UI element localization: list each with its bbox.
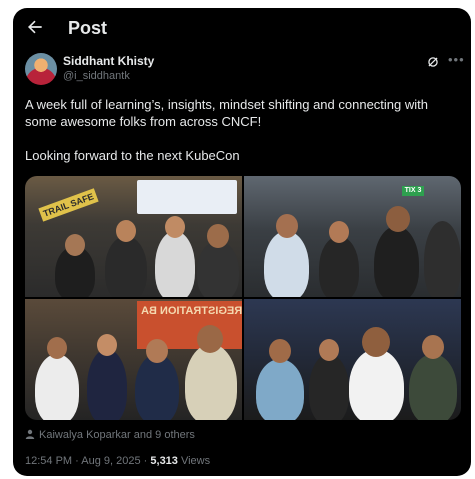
photo-person (386, 206, 410, 232)
photo-3[interactable]: REGISTRATION BA (25, 299, 242, 420)
post-card: Post Siddhant Khisty @i_siddhantk ••• A … (13, 8, 471, 476)
post-text-line: A week full of learning’s, insights, min… (25, 97, 428, 129)
photo-grid[interactable]: TRAIL SAFE TIX 3 REGISTRATION BA (25, 176, 461, 420)
photo-person (65, 234, 85, 256)
photo-person (374, 226, 419, 297)
photo-person (256, 359, 304, 420)
likes-text: Kaiwalya Koparkar and 9 others (39, 429, 195, 441)
author-handle[interactable]: @i_siddhantk (63, 70, 130, 82)
photo-person (146, 339, 168, 363)
photo-person (97, 334, 117, 356)
photo-sign: TRAIL SAFE (38, 188, 99, 222)
photo-sign: REGISTRATION BA (141, 305, 242, 317)
likes-summary[interactable]: Kaiwalya Koparkar and 9 others (25, 429, 195, 441)
person-icon (25, 429, 35, 439)
photo-person (409, 354, 457, 420)
photo-person (329, 221, 349, 243)
post-text: A week full of learning’s, insights, min… (25, 96, 461, 164)
photo-person (197, 325, 223, 353)
post-date[interactable]: Aug 9, 2025 (81, 455, 140, 467)
more-horizontal-icon[interactable]: ••• (448, 52, 465, 67)
photo-person (264, 231, 309, 297)
photo-person (207, 224, 229, 248)
views-count: 5,313 (150, 455, 178, 467)
photo-person (276, 214, 298, 238)
photo-person (185, 344, 237, 420)
avatar[interactable] (25, 53, 57, 85)
top-bar: Post (13, 8, 471, 48)
photo-person (362, 327, 390, 357)
photo-person (87, 349, 127, 420)
photo-sign: TIX 3 (402, 186, 424, 196)
photo-person (105, 236, 147, 297)
photo-person (155, 231, 195, 297)
page-title: Post (68, 18, 108, 38)
photo-person (319, 236, 359, 297)
photo-1[interactable]: TRAIL SAFE (25, 176, 242, 297)
meta-separator: · (72, 455, 82, 467)
photo-4[interactable] (244, 299, 461, 420)
photo-person (165, 216, 185, 238)
grok-icon[interactable] (426, 55, 440, 69)
photo-person (197, 241, 239, 297)
photo-person (349, 349, 404, 420)
photo-person (309, 354, 349, 420)
photo-person (116, 220, 136, 242)
author-name[interactable]: Siddhant Khisty (63, 54, 154, 68)
views-label: Views (177, 455, 211, 467)
photo-person (35, 354, 79, 420)
photo-person (47, 337, 67, 359)
post-meta: 12:54 PM · Aug 9, 2025 · 5,313 Views (25, 455, 210, 467)
photo-banner (137, 180, 237, 214)
photo-2[interactable]: TIX 3 (244, 176, 461, 297)
meta-separator: · (140, 455, 151, 467)
photo-person (424, 221, 461, 297)
photo-person (269, 339, 291, 363)
arrow-left-icon[interactable] (25, 17, 45, 37)
photo-person (319, 339, 339, 361)
post-time[interactable]: 12:54 PM (25, 455, 72, 467)
photo-person (135, 354, 179, 420)
photo-person (422, 335, 444, 359)
post-text-line: Looking forward to the next KubeCon (25, 148, 240, 163)
